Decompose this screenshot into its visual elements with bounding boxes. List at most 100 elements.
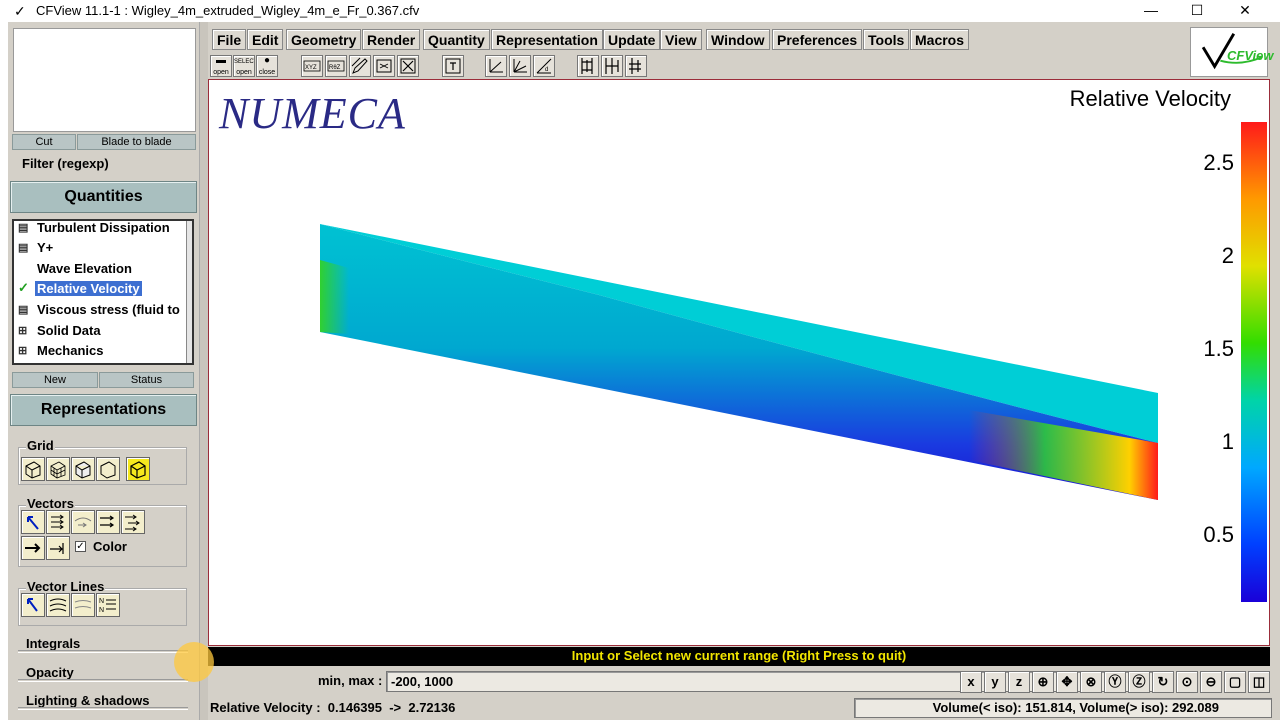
opacity-section[interactable]: Opacity	[18, 665, 188, 683]
delete-view-button[interactable]	[397, 55, 419, 77]
list-item[interactable]: Wave Elevation	[14, 260, 190, 280]
filter-label: Filter (regexp)	[22, 156, 111, 171]
grid-boundary-button[interactable]	[21, 457, 45, 481]
view-z-button[interactable]: z	[1008, 671, 1030, 693]
minimize-button[interactable]: —	[1128, 0, 1174, 22]
list-item[interactable]: ⊞ Mechanics	[14, 342, 190, 362]
scale-3-button[interactable]	[625, 55, 647, 77]
legend-tick: 1.5	[1203, 336, 1234, 361]
rotate-y-icon[interactable]: Ⓨ	[1104, 671, 1126, 693]
vector-local-button[interactable]	[21, 510, 45, 534]
vector-line-list-button[interactable]: NN	[96, 593, 120, 617]
zoom-in-icon[interactable]: ⊙	[1176, 671, 1198, 693]
cube-mesh-icon	[50, 461, 66, 479]
filter-field[interactable]: Filter (regexp)	[14, 156, 190, 172]
vector-plane-button[interactable]	[46, 510, 70, 534]
list-item-selected[interactable]: ✓ Relative Velocity	[14, 280, 190, 300]
close-project-button[interactable]: ● close	[256, 55, 278, 77]
quantities-header[interactable]: Quantities	[10, 181, 197, 213]
color-label: Color	[93, 539, 127, 554]
mouse-cursor-highlight	[174, 642, 214, 682]
xyz-button[interactable]: XYZ	[301, 55, 323, 77]
hull-aft-region	[320, 260, 349, 334]
zoom-region-icon[interactable]: ⊕	[1032, 671, 1054, 693]
status-button[interactable]: Status	[99, 372, 194, 388]
menu-render[interactable]: Render	[362, 29, 421, 50]
list-item[interactable]: ▤ Turbulent Dissipation	[14, 221, 190, 239]
rotate-z-icon[interactable]: Ⓩ	[1128, 671, 1150, 693]
menu-preferences[interactable]: Preferences	[772, 29, 863, 50]
menu-macros[interactable]: Macros	[910, 29, 970, 50]
measure-button[interactable]: d	[533, 55, 555, 77]
quantity-label: Relative Velocity	[34, 280, 143, 297]
arrows-icon	[51, 514, 64, 530]
vector-grid-button[interactable]	[121, 510, 145, 534]
grid-outline-button[interactable]	[96, 457, 120, 481]
scale-2-button[interactable]	[601, 55, 623, 77]
graphics-viewport[interactable]: NUMECA Relative Velocity 2.5 2 1.5 1 0.5	[208, 79, 1270, 646]
vector-thick-button[interactable]	[21, 536, 45, 560]
scale-1-button[interactable]	[577, 55, 599, 77]
fit-view-icon[interactable]: ▢	[1224, 671, 1246, 693]
cube-view-icon[interactable]: ◫	[1248, 671, 1270, 693]
view-x-button[interactable]: x	[960, 671, 982, 693]
rtz-button[interactable]: RθZ	[325, 55, 347, 77]
integrals-section[interactable]: Integrals	[18, 636, 188, 654]
axis-x-button[interactable]	[509, 55, 531, 77]
svg-text:d: d	[545, 67, 548, 73]
frame-button[interactable]	[373, 55, 395, 77]
grid-solid-button[interactable]	[71, 457, 95, 481]
vector-line-local-button[interactable]	[21, 593, 45, 617]
axis-y-button[interactable]	[485, 55, 507, 77]
tab-cut[interactable]: Cut	[12, 134, 76, 150]
rotate-x-icon[interactable]: ⊗	[1080, 671, 1102, 693]
menu-tools[interactable]: Tools	[863, 29, 910, 50]
cross-box-icon	[400, 58, 416, 74]
representations-header[interactable]: Representations	[10, 394, 197, 426]
window-title: CFView 11.1-1 : Wigley_4m_extruded_Wigle…	[36, 3, 420, 18]
zoom-out-icon[interactable]: ⊖	[1200, 671, 1222, 693]
expand-icon: ⊞	[18, 345, 28, 357]
menu-representation[interactable]: Representation	[491, 29, 603, 50]
quantities-list[interactable]: ▤ Turbulent Dissipation ▤ Y+ Wave Elevat…	[12, 219, 194, 365]
vector-line-surface-button[interactable]	[46, 593, 70, 617]
maximize-button[interactable]: ☐	[1174, 0, 1220, 22]
tab-blade-to-blade[interactable]: Blade to blade	[77, 134, 196, 150]
menu-window[interactable]: Window	[706, 29, 770, 50]
grid-active-button[interactable]	[126, 457, 150, 481]
preview-area	[13, 28, 196, 132]
menu-file[interactable]: File	[212, 29, 247, 50]
cube-solid-icon	[75, 461, 91, 479]
list-scrollbar[interactable]	[186, 221, 192, 363]
vector-surface-button[interactable]	[71, 510, 95, 534]
text-button[interactable]	[442, 55, 464, 77]
list-item[interactable]: ▤ Viscous stress (fluid to	[14, 301, 190, 321]
menu-quantity[interactable]: Quantity	[423, 29, 490, 50]
grid-mesh-button[interactable]	[46, 457, 70, 481]
new-button[interactable]: New	[12, 372, 98, 388]
menu-edit[interactable]: Edit	[247, 29, 284, 50]
menu-update[interactable]: Update	[603, 29, 661, 50]
select-open-button[interactable]: SELECT open	[233, 55, 255, 77]
close-button[interactable]: ✕	[1222, 0, 1268, 22]
lighting-section[interactable]: Lighting & shadows	[18, 693, 188, 711]
cube-outline-icon	[100, 461, 116, 479]
frame-icon	[376, 59, 392, 73]
range-input-row: min, max : x y z ⊕ ✥ ⊗ Ⓨ Ⓩ ↻ ⊙ ⊖ ▢ ◫	[208, 668, 1280, 696]
color-checkbox[interactable]: ✓	[75, 541, 86, 552]
draw-button[interactable]	[349, 55, 371, 77]
document-icon: ▤	[18, 222, 29, 234]
vector-projected-button[interactable]	[46, 536, 70, 560]
legend-tick: 2.5	[1203, 150, 1234, 175]
pan-icon[interactable]: ✥	[1056, 671, 1078, 693]
vector-line-grid-button[interactable]	[71, 593, 95, 617]
open-button[interactable]: ▬ open	[210, 55, 232, 77]
view-y-button[interactable]: y	[984, 671, 1006, 693]
rotate-free-icon[interactable]: ↻	[1152, 671, 1174, 693]
list-item[interactable]: ⊞ Solid Data	[14, 322, 190, 342]
list-item[interactable]: ▤ Y+	[14, 239, 190, 259]
panel-splitter[interactable]	[199, 22, 208, 720]
menu-view[interactable]: View	[660, 29, 702, 50]
vector-cutting-button[interactable]	[96, 510, 120, 534]
menu-geometry[interactable]: Geometry	[286, 29, 362, 50]
